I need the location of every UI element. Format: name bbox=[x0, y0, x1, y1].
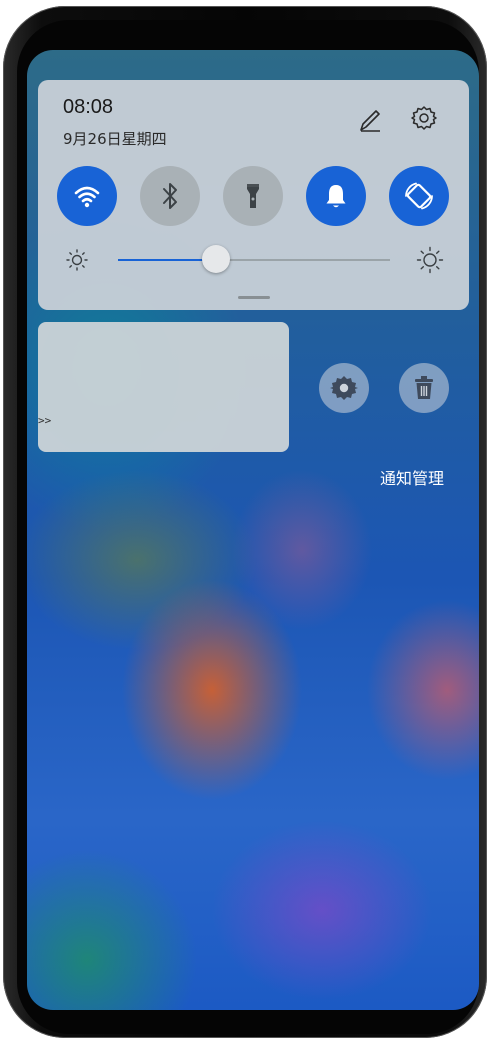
flashlight-icon bbox=[247, 184, 259, 208]
auto-rotate-toggle[interactable] bbox=[389, 166, 449, 226]
bluetooth-icon bbox=[163, 183, 177, 209]
wifi-toggle[interactable] bbox=[57, 166, 117, 226]
brightness-slider[interactable] bbox=[118, 245, 390, 273]
bluetooth-toggle[interactable] bbox=[140, 166, 200, 226]
bell-icon bbox=[326, 185, 346, 208]
notification-text: >> bbox=[38, 414, 52, 427]
brightness-high-icon bbox=[416, 246, 444, 274]
date: 9月26日星期四 bbox=[63, 130, 167, 148]
brightness-slider-thumb[interactable] bbox=[201, 245, 230, 273]
flashlight-toggle[interactable] bbox=[223, 166, 283, 226]
notification-settings-button[interactable] bbox=[319, 363, 369, 413]
gear-icon bbox=[330, 376, 358, 400]
notification-delete-button[interactable] bbox=[399, 363, 449, 413]
quick-settings-panel: 08:08 9月26日星期四 bbox=[38, 80, 469, 310]
edit-icon[interactable] bbox=[356, 106, 384, 134]
notification-manage-link[interactable]: 通知管理 bbox=[380, 465, 444, 489]
brightness-low-icon bbox=[65, 248, 89, 272]
trash-icon bbox=[415, 376, 433, 399]
sound-toggle[interactable] bbox=[306, 166, 366, 226]
gear-icon[interactable] bbox=[410, 104, 438, 132]
rotate-icon bbox=[405, 182, 433, 210]
screen: 08:08 9月26日星期四 >> 通知管理 bbox=[27, 50, 479, 1010]
wifi-icon bbox=[74, 186, 100, 208]
drag-handle[interactable] bbox=[238, 296, 270, 299]
notification-card[interactable]: >> bbox=[38, 322, 289, 452]
clock: 08:08 bbox=[63, 96, 114, 118]
